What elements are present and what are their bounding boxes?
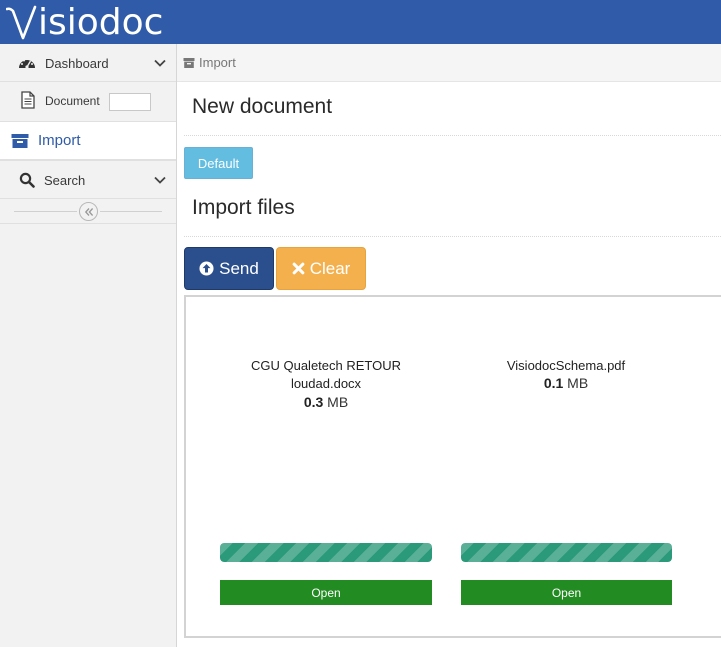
upload-progress-bar	[220, 543, 432, 562]
open-file-button[interactable]: Open	[220, 580, 432, 605]
chevron-down-icon	[154, 176, 166, 184]
file-size: 0.3 MB	[220, 394, 432, 410]
dashboard-icon	[18, 54, 36, 72]
breadcrumb-label[interactable]: Import	[199, 55, 236, 70]
sidebar-item-label: Dashboard	[45, 56, 109, 71]
upload-progress-fill	[461, 543, 672, 562]
file-name: VisiodocSchema.pdf	[506, 358, 626, 373]
close-icon	[292, 262, 305, 275]
upload-circle-icon	[199, 261, 214, 276]
divider	[14, 211, 77, 212]
sidebar-collapse-row	[0, 199, 176, 224]
file-size: 0.1 MB	[461, 375, 671, 391]
chevron-down-icon	[154, 59, 166, 67]
send-button[interactable]: Send	[184, 247, 274, 290]
sidebar-item-label: Import	[38, 132, 81, 149]
sidebar-item-dashboard[interactable]: Dashboard	[0, 44, 176, 82]
double-chevron-left-icon	[84, 207, 93, 216]
file-size-unit: MB	[327, 394, 349, 410]
file-dropzone[interactable]: CGU Qualetech RETOUR loudad.docx 0.3 MB …	[184, 295, 721, 638]
divider	[100, 211, 162, 212]
clear-button-label: Clear	[309, 258, 351, 278]
archive-icon	[11, 132, 29, 150]
file-name: CGU Qualetech RETOUR loudad.docx	[250, 358, 402, 391]
file-size-unit: MB	[567, 375, 589, 391]
logo-v-icon	[6, 5, 37, 40]
document-count-field[interactable]	[109, 93, 151, 111]
file-size-value: 0.3	[303, 394, 324, 410]
send-button-label: Send	[219, 258, 259, 278]
upload-progress-bar	[461, 543, 672, 562]
sidebar: Dashboard Document Import Search	[0, 44, 177, 647]
sidebar-item-label: Document	[45, 94, 100, 108]
document-icon	[19, 91, 37, 109]
sidebar-collapse-button[interactable]	[79, 202, 98, 221]
top-bar: isiodoc	[0, 0, 721, 44]
search-icon	[18, 171, 36, 189]
open-file-button[interactable]: Open	[461, 580, 672, 605]
clear-button[interactable]: Clear	[276, 247, 366, 290]
default-button[interactable]: Default	[184, 147, 253, 179]
archive-icon	[183, 57, 195, 68]
file-size-value: 0.1	[543, 375, 564, 391]
sidebar-item-import[interactable]: Import	[0, 122, 176, 160]
breadcrumb: Import	[177, 44, 721, 82]
upload-progress-fill	[220, 543, 432, 562]
import-files-title: Import files	[192, 196, 295, 219]
sidebar-item-search[interactable]: Search	[0, 160, 176, 199]
divider	[184, 236, 721, 237]
logo-text: isiodoc	[38, 2, 164, 43]
app-logo[interactable]: isiodoc	[6, 1, 163, 43]
new-document-title: New document	[192, 95, 333, 118]
divider	[184, 135, 721, 136]
sidebar-item-label: Search	[44, 173, 86, 188]
